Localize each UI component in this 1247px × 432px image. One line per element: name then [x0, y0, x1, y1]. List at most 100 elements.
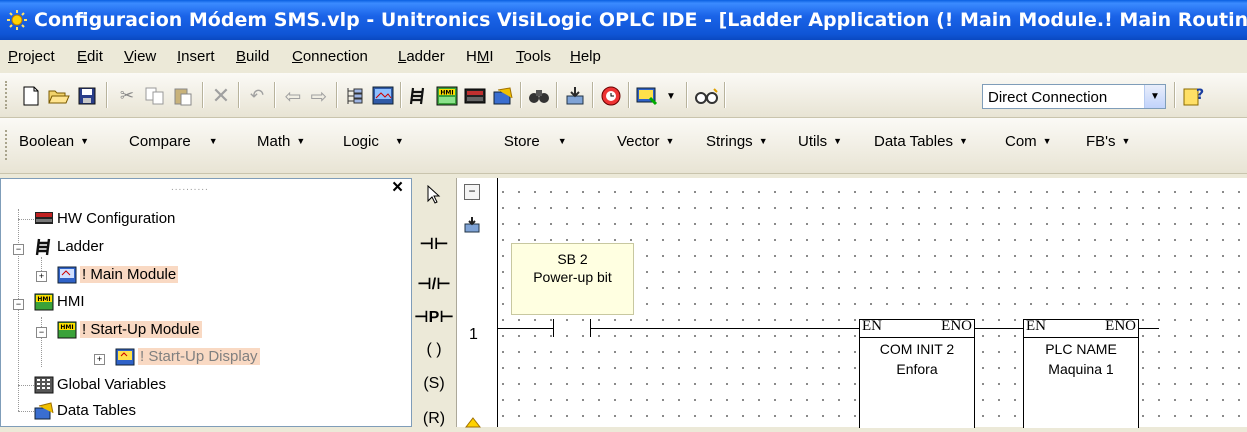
connection-select[interactable]: Direct Connection ▼	[982, 84, 1166, 109]
forward-arrow-icon[interactable]: ⇨	[306, 83, 332, 109]
paste-icon[interactable]	[170, 83, 196, 109]
data-tables-icon	[34, 402, 54, 420]
tree-item-startup-display[interactable]: ! Start-Up Display	[115, 347, 260, 367]
hmi-icon[interactable]: HMI	[434, 83, 460, 109]
new-file-icon[interactable]	[18, 83, 44, 109]
collapse-rung-icon[interactable]: −	[464, 184, 480, 200]
strings-dropdown[interactable]: Strings ▼	[706, 133, 768, 150]
toolbar-grip[interactable]	[5, 130, 10, 160]
logic-dropdown[interactable]: Logic ▼	[343, 133, 404, 150]
chevron-down-icon: ▼	[758, 136, 768, 146]
back-arrow-icon[interactable]: ⇦	[280, 83, 306, 109]
close-icon[interactable]: ×	[392, 177, 403, 199]
menu-view[interactable]: View	[124, 48, 156, 65]
online-test-icon[interactable]	[694, 83, 720, 109]
svg-text:HMI: HMI	[440, 90, 453, 97]
hw-config-icon[interactable]	[462, 83, 488, 109]
app-icon	[7, 10, 27, 30]
tree-item-global-variables[interactable]: Global Variables	[34, 375, 166, 395]
chevron-down-icon[interactable]: ▼	[1144, 85, 1165, 108]
save-icon[interactable]	[74, 83, 100, 109]
hmi-display-icon[interactable]	[370, 83, 396, 109]
fbs-dropdown[interactable]: FB's ▼	[1086, 133, 1130, 150]
help-icon[interactable]: ?	[1180, 83, 1206, 109]
tree-item-main-module[interactable]: ! Main Module	[57, 265, 179, 285]
collapse-icon[interactable]: −	[13, 299, 24, 310]
set-coil-icon[interactable]: (S)	[412, 375, 456, 393]
undo-icon[interactable]: ↶	[244, 83, 270, 109]
menu-build[interactable]: Build	[236, 48, 269, 65]
data-tables-icon[interactable]	[490, 83, 516, 109]
separator	[1174, 82, 1176, 108]
operand-description: Power-up bit	[533, 269, 612, 285]
collapse-icon[interactable]: −	[13, 244, 24, 255]
copy-icon[interactable]	[142, 83, 168, 109]
block-name: COM INIT 2	[879, 341, 955, 357]
collapse-icon[interactable]: −	[36, 327, 47, 338]
toolbar-grip[interactable]	[5, 81, 10, 109]
math-dropdown[interactable]: Math ▼	[257, 133, 305, 150]
rung-gutter: − 1	[457, 178, 498, 428]
plc-clock-icon[interactable]	[598, 83, 624, 109]
element-toolbar: Boolean▼ Compare▼ Math▼ Logic▼ ▼Store▼ V…	[0, 118, 1247, 174]
coil-icon[interactable]: ( )	[412, 341, 456, 359]
block-parameter: Enfora	[896, 361, 938, 377]
boolean-dropdown[interactable]: Boolean ▼	[19, 133, 89, 150]
title-bar: Configuracion Módem SMS.vlp - Unitronics…	[0, 0, 1247, 40]
svg-text:HMI: HMI	[37, 296, 50, 303]
download-icon[interactable]	[562, 83, 588, 109]
communication-icon[interactable]	[634, 83, 660, 109]
nc-contact-icon[interactable]: ⊣/⊢	[412, 274, 456, 294]
positive-transition-icon[interactable]: ⊣P⊢	[412, 307, 456, 327]
ladder-icon[interactable]	[406, 83, 432, 109]
open-folder-icon[interactable]	[46, 83, 72, 109]
hmi-module-icon: HMI	[57, 321, 77, 339]
tree-item-hw-configuration[interactable]: HW Configuration	[34, 209, 175, 229]
contact-comment-box[interactable]: SB 2 Power-up bit	[511, 243, 634, 315]
eno-pin: ENO	[941, 318, 972, 334]
no-contact-icon[interactable]: ⊣⊢	[412, 234, 456, 254]
tree-item-data-tables[interactable]: Data Tables	[34, 401, 136, 421]
variables-icon	[34, 376, 54, 394]
rung-download-icon[interactable]	[463, 216, 481, 237]
menu-connection[interactable]: Connection	[292, 48, 368, 65]
expand-icon[interactable]: +	[36, 271, 47, 282]
utils-dropdown[interactable]: Utils ▼	[798, 133, 842, 150]
expand-icon[interactable]: +	[94, 354, 105, 365]
menu-hmi[interactable]: HMI	[466, 48, 494, 65]
chevron-down-icon[interactable]: ▼	[658, 83, 684, 109]
store-dropdown[interactable]: ▼Store▼	[485, 133, 567, 150]
standard-toolbar: ✂ ✕ ↶ ⇦ ⇨ HMI ▼ Direct Connection ▼ ?	[0, 73, 1247, 118]
rung-add-icon[interactable]	[464, 416, 482, 432]
vector-dropdown[interactable]: Vector ▼	[617, 133, 674, 150]
data-tables-dropdown[interactable]: Data Tables ▼	[874, 133, 968, 150]
separator	[400, 82, 402, 108]
com-dropdown[interactable]: Com ▼	[1005, 133, 1052, 150]
delete-icon[interactable]: ✕	[208, 83, 234, 109]
find-icon[interactable]	[526, 83, 552, 109]
panel-grip[interactable]: ..........	[171, 182, 209, 193]
chevron-down-icon: ▼	[665, 136, 675, 146]
svg-text:HMI: HMI	[60, 324, 73, 331]
pointer-icon[interactable]	[412, 184, 456, 210]
en-pin: EN	[1026, 318, 1046, 334]
menu-edit[interactable]: Edit	[77, 48, 103, 65]
separator	[520, 82, 522, 108]
menu-ladder[interactable]: Ladder	[398, 48, 445, 65]
tree-item-ladder[interactable]: Ladder	[34, 237, 104, 257]
function-block-plc-name[interactable]: EN ENO PLC NAME Maquina 1	[1023, 318, 1139, 428]
reset-coil-icon[interactable]: (R)	[412, 410, 456, 428]
chevron-down-icon: ▼	[296, 136, 306, 146]
tree-item-hmi[interactable]: HMI HMI	[34, 292, 85, 312]
menu-help[interactable]: Help	[570, 48, 601, 65]
tree-item-startup-module[interactable]: HMI! Start-Up Module	[57, 320, 202, 340]
connection-select-value: Direct Connection	[988, 89, 1108, 106]
project-tree-icon[interactable]	[342, 83, 368, 109]
function-block-com-init[interactable]: EN ENO COM INIT 2 Enfora	[859, 318, 975, 428]
compare-dropdown[interactable]: Compare ▼	[129, 133, 218, 150]
separator	[592, 82, 594, 108]
cut-icon[interactable]: ✂	[114, 83, 140, 109]
menu-tools[interactable]: Tools	[516, 48, 551, 65]
menu-insert[interactable]: Insert	[177, 48, 215, 65]
menu-project[interactable]: Project	[8, 48, 55, 65]
